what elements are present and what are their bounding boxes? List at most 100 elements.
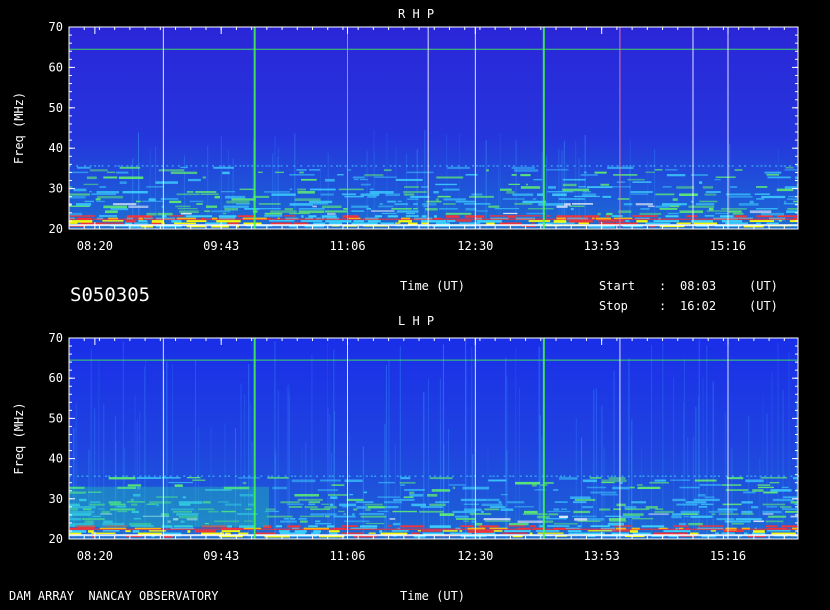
noise-band xyxy=(578,222,589,225)
noise-band xyxy=(343,513,347,515)
noise-band xyxy=(442,203,456,205)
noise-band xyxy=(722,503,742,506)
noise-band xyxy=(158,169,185,172)
band-36mhz xyxy=(130,165,133,167)
noise-band xyxy=(645,171,655,173)
noise-band xyxy=(283,518,289,520)
noise-band xyxy=(716,518,735,521)
noise-band xyxy=(319,479,341,482)
noise-band xyxy=(436,176,464,179)
band-36mhz xyxy=(439,475,442,477)
band-36mhz xyxy=(101,165,104,167)
band-36mhz xyxy=(795,165,798,167)
noise-band xyxy=(568,220,593,223)
lhp-glow xyxy=(69,486,269,527)
band-36mhz xyxy=(224,475,227,477)
band-36mhz xyxy=(207,475,210,477)
noise-band xyxy=(616,503,626,507)
panel-0: 20 30 40 50 60 70 Freq (MHz) 08:20 09:43 11:06 12:… xyxy=(12,20,799,253)
noise-band xyxy=(522,200,546,204)
noise-band xyxy=(551,222,575,224)
noise-band xyxy=(533,178,543,181)
noise-band xyxy=(333,515,356,518)
noise-band xyxy=(271,193,296,196)
noise-band xyxy=(558,477,578,480)
noise-band xyxy=(594,171,607,174)
noise-band xyxy=(106,171,116,174)
noise-band xyxy=(69,222,78,224)
noise-band xyxy=(514,203,533,205)
stop-unit: (UT) xyxy=(749,299,778,313)
noise-band xyxy=(662,186,672,188)
noise-band xyxy=(589,477,602,479)
band-36mhz xyxy=(126,165,129,167)
noise-band xyxy=(500,493,508,496)
noise-band xyxy=(781,486,789,489)
noise-band xyxy=(776,215,798,218)
noise-band xyxy=(221,191,236,193)
noise-band xyxy=(135,200,141,203)
noise-band xyxy=(338,510,345,513)
noise-band xyxy=(204,210,211,213)
noise-band xyxy=(536,193,544,196)
noise-band xyxy=(622,513,644,516)
band-36mhz xyxy=(185,165,188,167)
noise-band xyxy=(745,479,764,483)
noise-band xyxy=(370,210,395,212)
noise-band xyxy=(669,205,680,208)
noise-band xyxy=(369,191,394,194)
noise-band xyxy=(754,193,770,195)
band-36mhz xyxy=(416,165,419,167)
band-36mhz xyxy=(270,475,273,477)
x-tick-label: 11:06 xyxy=(329,239,365,253)
noise-band xyxy=(616,222,638,225)
noise-band xyxy=(655,205,670,208)
band-36mhz xyxy=(305,475,308,477)
noise-band xyxy=(88,530,94,533)
noise-band xyxy=(581,193,597,196)
band-36mhz xyxy=(344,165,347,167)
noise-band xyxy=(227,222,239,225)
noise-band xyxy=(155,181,178,184)
noise-band xyxy=(699,484,721,486)
noise-band xyxy=(289,174,315,176)
noise-band xyxy=(406,212,415,215)
noise-band xyxy=(744,532,748,535)
x-tick-label: 12:30 xyxy=(457,239,493,253)
noise-band xyxy=(429,503,446,507)
noise-band xyxy=(374,215,383,218)
noise-band xyxy=(96,200,105,203)
noise-band xyxy=(536,530,560,532)
noise-band xyxy=(223,205,249,208)
noise-band xyxy=(718,513,739,515)
noise-band xyxy=(310,508,331,511)
band-36mhz xyxy=(649,165,652,167)
noise-band xyxy=(443,198,467,201)
band-36mhz xyxy=(525,475,528,477)
noise-band xyxy=(128,205,149,209)
noise-band xyxy=(455,200,475,203)
noise-band xyxy=(171,220,182,223)
noise-band xyxy=(500,188,512,191)
band-36mhz xyxy=(698,475,701,477)
noise-band xyxy=(435,183,457,186)
noise-band xyxy=(179,210,199,214)
noise-band xyxy=(481,503,503,507)
band-36mhz xyxy=(660,165,663,167)
band-36mhz xyxy=(189,475,192,477)
noise-band xyxy=(538,203,564,206)
y-tick-label: 30 xyxy=(49,492,63,506)
noise-band xyxy=(309,188,336,191)
band-36mhz xyxy=(768,165,771,167)
noise-band xyxy=(488,215,507,217)
band-36mhz xyxy=(342,475,345,477)
band-36mhz xyxy=(731,475,734,477)
band-36mhz xyxy=(775,165,778,167)
noise-band xyxy=(421,203,437,206)
noise-band xyxy=(762,513,774,515)
noise-band xyxy=(313,530,322,533)
noise-band xyxy=(359,178,368,181)
noise-band xyxy=(118,176,144,179)
band-36mhz xyxy=(105,475,108,477)
noise-band xyxy=(766,174,780,176)
